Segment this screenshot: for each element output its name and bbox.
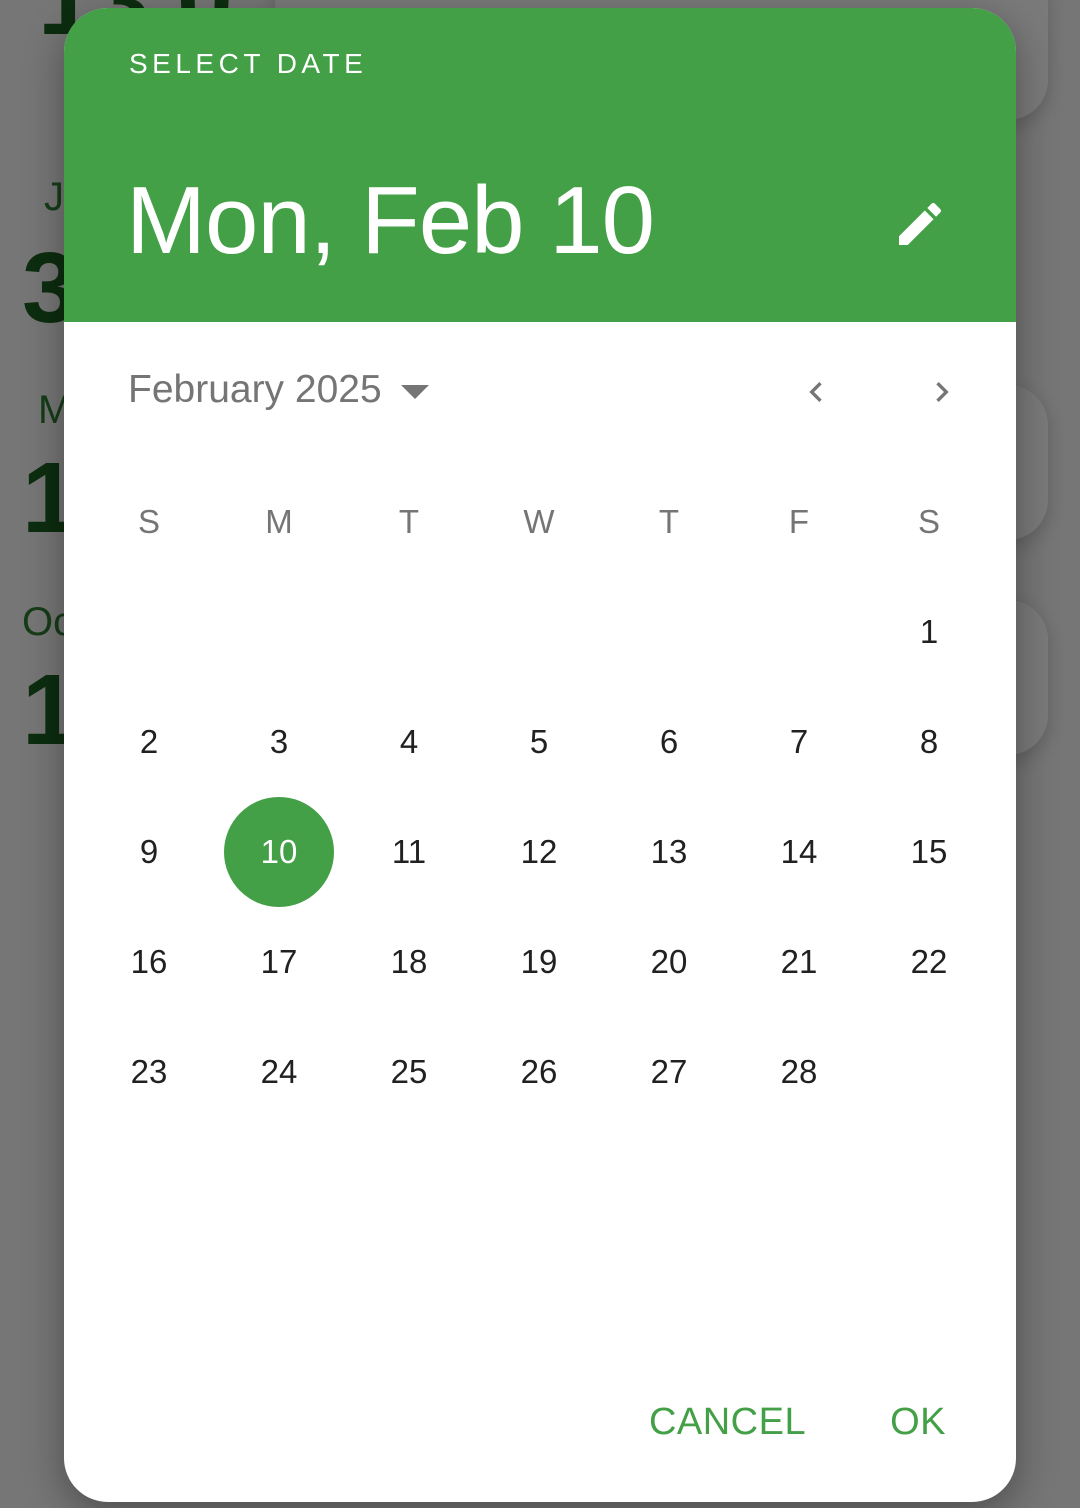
weekday-label: T	[398, 503, 420, 540]
calendar-day[interactable]: 9	[94, 797, 204, 907]
calendar-empty-cell	[474, 577, 604, 687]
calendar-day-cell: 25	[344, 1017, 474, 1127]
calendar-grid: S M T W T F S 1 2 3 4 5 6 7 8 9 10 11 12 13 14 15 16 17 1…	[84, 467, 994, 1127]
calendar-empty-cell	[344, 577, 474, 687]
calendar-day[interactable]: 16	[94, 907, 204, 1017]
calendar-day[interactable]: 25	[354, 1017, 464, 1127]
calendar-empty-cell	[214, 577, 344, 687]
calendar-day-cell: 11	[344, 797, 474, 907]
calendar-week-row: 16 17 18 19 20 21 22	[84, 907, 994, 1017]
caret-down-icon	[400, 385, 429, 399]
calendar-day-cell: 22	[864, 907, 994, 1017]
calendar-day-cell: 14	[734, 797, 864, 907]
dialog-overline: SELECT DATE	[129, 48, 368, 79]
month-year-label: February 2025	[128, 368, 382, 411]
calendar-day-cell: 27	[604, 1017, 734, 1127]
cancel-button[interactable]: CANCEL	[619, 1383, 836, 1462]
calendar-day[interactable]: 28	[744, 1017, 854, 1127]
calendar-day[interactable]: 22	[874, 907, 984, 1017]
weekday-label: F	[788, 503, 810, 540]
chevron-right-icon	[936, 382, 949, 402]
weekday-label: S	[917, 503, 940, 540]
calendar-day[interactable]: 26	[484, 1017, 594, 1127]
calendar-day[interactable]: 1	[874, 577, 984, 687]
chevron-left-icon	[809, 382, 822, 402]
calendar-day[interactable]: 3	[224, 687, 334, 797]
calendar-day[interactable]: 24	[224, 1017, 334, 1127]
calendar-week-row: 23 24 25 26 27 28	[84, 1017, 994, 1127]
calendar-week-row: 1	[84, 577, 994, 687]
month-navigation: February 2025	[64, 348, 1016, 432]
calendar-empty-cell	[734, 577, 864, 687]
calendar-day-cell: 21	[734, 907, 864, 1017]
calendar-day-cell: 15	[864, 797, 994, 907]
calendar-week-row: 2345678	[84, 687, 994, 797]
calendar-day[interactable]: 14	[744, 797, 854, 907]
calendar-day[interactable]: 4	[354, 687, 464, 797]
ok-button[interactable]: OK	[860, 1383, 976, 1462]
calendar-empty-cell	[84, 577, 214, 687]
calendar-weeks: 1 2 3 4 5 6 7 8 9 10 11 12 13 14 15 16 17 18 19 20 21 22 23 24 2…	[84, 577, 994, 1127]
calendar-day[interactable]: 13	[614, 797, 724, 907]
calendar-day-cell: 9	[84, 797, 214, 907]
calendar-day-cell: 13	[604, 797, 734, 907]
calendar-day-cell: 10	[214, 797, 344, 907]
calendar-day[interactable]: 20	[614, 907, 724, 1017]
calendar-day-cell: 26	[474, 1017, 604, 1127]
calendar-day[interactable]: 7	[744, 687, 854, 797]
calendar-day-cell: 6	[604, 687, 734, 797]
calendar-day-cell: 19	[474, 907, 604, 1017]
calendar-day-cell: 17	[214, 907, 344, 1017]
calendar-day-cell: 2	[84, 687, 214, 797]
calendar-day-cell: 4	[344, 687, 474, 797]
calendar-week-row: 9 10 11 12 13 14 15	[84, 797, 994, 907]
calendar-empty-cell	[604, 577, 734, 687]
calendar-day-cell: 8	[864, 687, 994, 797]
calendar-day[interactable]: 8	[874, 687, 984, 797]
dialog-header: SELECT DATE Mon, Feb 10	[64, 8, 1016, 322]
weekday-label: M	[265, 503, 293, 540]
calendar-day-cell: 5	[474, 687, 604, 797]
calendar-day-cell: 16	[84, 907, 214, 1017]
calendar-day-cell: 18	[344, 907, 474, 1017]
calendar-day[interactable]: 23	[94, 1017, 204, 1127]
selected-date-label: Mon, Feb 10	[126, 167, 655, 274]
calendar-day-cell: 7	[734, 687, 864, 797]
month-year-dropdown[interactable]: February 2025	[128, 348, 430, 432]
weekday-label: W	[523, 503, 555, 540]
weekday-label: T	[658, 503, 680, 540]
calendar-day-cell: 1	[864, 577, 994, 687]
edit-date-button[interactable]	[880, 184, 960, 264]
calendar-day[interactable]: 12	[484, 797, 594, 907]
calendar-day[interactable]: 11	[354, 797, 464, 907]
calendar-day[interactable]: 2	[94, 687, 204, 797]
calendar-day[interactable]: 21	[744, 907, 854, 1017]
calendar-day[interactable]: 19	[484, 907, 594, 1017]
calendar-day-cell: 28	[734, 1017, 864, 1127]
weekday-header-row: S M T W T F S	[84, 467, 994, 577]
calendar-day[interactable]: 5	[484, 687, 594, 797]
calendar-day[interactable]: 15	[874, 797, 984, 907]
next-month-button[interactable]	[910, 360, 974, 424]
calendar-day-cell: 3	[214, 687, 344, 797]
weekday-label: S	[137, 503, 160, 540]
calendar-day-cell: 24	[214, 1017, 344, 1127]
calendar-day[interactable]: 27	[614, 1017, 724, 1127]
calendar-day[interactable]: 6	[614, 687, 724, 797]
previous-month-button[interactable]	[784, 360, 848, 424]
calendar-day-cell: 23	[84, 1017, 214, 1127]
calendar-day[interactable]: 17	[224, 907, 334, 1017]
calendar-day-selected[interactable]: 10	[224, 797, 334, 907]
calendar-day[interactable]: 18	[354, 907, 464, 1017]
date-picker-dialog: SELECT DATE Mon, Feb 10 February 2025 S …	[64, 8, 1016, 1502]
dialog-actions: CANCEL OK	[619, 1383, 976, 1462]
pencil-icon	[899, 202, 942, 245]
calendar-empty-cell	[864, 1017, 994, 1127]
calendar-day-cell: 12	[474, 797, 604, 907]
calendar-day-cell: 20	[604, 907, 734, 1017]
